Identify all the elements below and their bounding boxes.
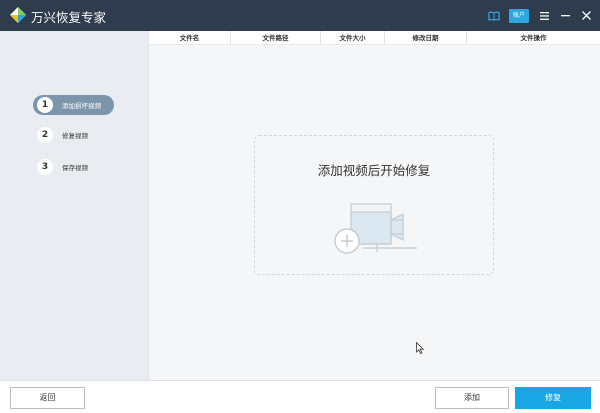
file-list-area: 添加视频后开始修复	[149, 45, 600, 380]
title-bar: 万兴恢复专家 账户	[0, 0, 600, 31]
help-book-button[interactable]	[485, 0, 503, 31]
add-video-illustration-icon	[334, 203, 417, 254]
step-label: 修复视频	[62, 132, 88, 140]
step-add-damaged-video[interactable]: 1 添加损坏视频	[33, 95, 114, 115]
minimize-button[interactable]	[556, 0, 574, 31]
column-header-modified-date[interactable]: 修改日期	[385, 31, 467, 44]
mouse-cursor-icon	[416, 342, 424, 354]
column-header-filename[interactable]: 文件名	[149, 31, 231, 44]
step-label: 添加损坏视频	[62, 102, 101, 110]
add-video-dropzone[interactable]: 添加视频后开始修复	[254, 135, 494, 275]
account-button[interactable]: 账户	[509, 9, 529, 23]
back-button[interactable]: 返回	[10, 387, 85, 409]
book-icon	[488, 11, 500, 21]
step-number: 3	[37, 159, 53, 175]
column-header-filesize[interactable]: 文件大小	[321, 31, 385, 44]
repair-button[interactable]: 修复	[515, 387, 591, 409]
bottom-bar: 返回 添加 修复	[0, 380, 600, 413]
menu-button[interactable]	[535, 0, 553, 31]
menu-icon	[539, 11, 549, 20]
close-icon	[581, 11, 591, 20]
file-table-header: 文件名 文件路径 文件大小 修改日期 文件操作	[149, 31, 600, 45]
minimize-icon	[560, 14, 570, 16]
column-header-file-actions[interactable]: 文件操作	[467, 31, 600, 44]
dropzone-text: 添加视频后开始修复	[317, 163, 431, 178]
add-button[interactable]: 添加	[435, 387, 509, 409]
app-title: 万兴恢复专家	[31, 10, 107, 25]
step-label: 保存视频	[62, 164, 88, 172]
step-save-video[interactable]: 3 保存视频	[33, 157, 114, 177]
sidebar: 1 添加损坏视频 2 修复视频 3 保存视频	[0, 31, 149, 380]
column-header-filepath[interactable]: 文件路径	[231, 31, 321, 44]
close-button[interactable]	[577, 0, 595, 31]
step-number: 2	[37, 127, 53, 143]
step-repair-video[interactable]: 2 修复视频	[33, 125, 114, 145]
step-number: 1	[37, 97, 53, 113]
app-logo-icon	[10, 7, 26, 23]
